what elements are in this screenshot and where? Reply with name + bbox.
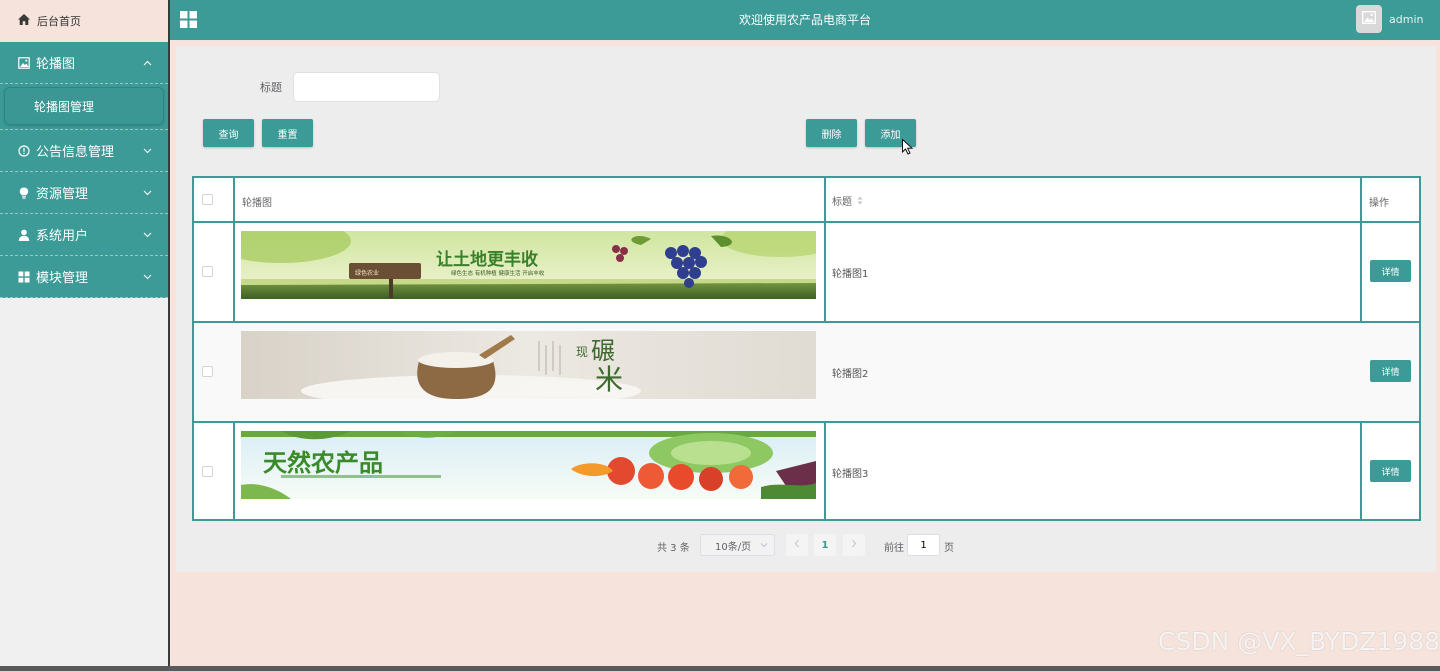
row-checkbox[interactable] (202, 266, 213, 277)
column-header-action: 操作 (1369, 198, 1389, 209)
table-row: 现 碾 米 轮播图2 详情 (194, 323, 1419, 421)
row-title: 轮播图3 (832, 469, 869, 480)
sidebar-group-label: 公告信息管理 (36, 145, 115, 160)
sidebar-group-modules[interactable]: 模块管理 (0, 256, 168, 298)
sort-icon[interactable] (857, 196, 863, 205)
prev-page-button[interactable] (786, 534, 808, 556)
sidebar-group-users[interactable]: 系统用户 (0, 214, 168, 256)
sidebar-group-resource[interactable]: 资源管理 (0, 172, 168, 214)
sidebar-group-label: 轮播图 (36, 57, 76, 72)
sidebar-group-notice[interactable]: 公告信息管理 (0, 130, 168, 172)
chevron-up-icon (143, 60, 152, 66)
column-header-banner: 轮播图 (242, 198, 272, 209)
home-icon (18, 14, 37, 28)
content-panel: 标题 查询 重置 删除 添加 轮播图 标题 操作 绿色农业 让土地更丰收 绿色生… (176, 46, 1436, 572)
avatar[interactable] (1356, 5, 1382, 33)
chevron-down-icon (143, 190, 152, 196)
user-name[interactable]: admin (1389, 0, 1423, 40)
select-all-checkbox[interactable] (202, 194, 213, 205)
row-divider (194, 221, 1419, 223)
banner-image-3: 天然农产品 (241, 431, 816, 499)
bottom-border (0, 666, 1440, 671)
bulb-icon (18, 187, 30, 199)
sidebar-item-banner-manage[interactable]: 轮播图管理 (4, 87, 164, 125)
image-icon (18, 56, 30, 69)
chevron-left-icon (794, 539, 800, 551)
banner-headline: 碾 (591, 337, 615, 365)
sidebar-group-label: 模块管理 (36, 271, 89, 286)
column-header-title[interactable]: 标题 (832, 193, 863, 208)
sidebar-submenu: 轮播图管理 (0, 84, 168, 130)
chevron-down-icon (143, 274, 152, 280)
sidebar-group-label: 资源管理 (36, 187, 89, 202)
title-search-input[interactable] (293, 72, 440, 102)
user-icon (18, 229, 30, 241)
chevron-down-icon (143, 232, 152, 238)
sidebar-group-label: 系统用户 (36, 229, 89, 244)
detail-button[interactable]: 详情 (1370, 460, 1411, 482)
banner-sign-text: 绿色农业 (355, 269, 379, 277)
banner-subline: 绿色生态 有机种植 健康生活 开启丰收 (451, 269, 545, 277)
top-bar: 欢迎使用农产品电商平台 admin (170, 0, 1440, 40)
page-title: 欢迎使用农产品电商平台 (738, 13, 871, 27)
banner-image-1: 绿色农业 让土地更丰收 绿色生态 有机种植 健康生活 开启丰收 (241, 231, 816, 299)
sidebar-home-label: 后台首页 (37, 15, 81, 28)
sidebar-group-banner[interactable]: 轮播图 (0, 42, 168, 84)
column-header-label: 标题 (832, 197, 852, 208)
sidebar: 后台首页 轮播图 轮播图管理 公告信息管理 资源管理 系统用户 模块管理 (0, 0, 170, 671)
delete-button[interactable]: 删除 (806, 119, 857, 147)
chevron-right-icon (851, 539, 857, 551)
sidebar-item-label: 轮播图管理 (34, 99, 95, 114)
page-size-value: 10条/页 (715, 541, 752, 553)
banner-headline-2: 米 (595, 363, 623, 396)
goto-prefix: 前往 (884, 543, 904, 554)
sidebar-home[interactable]: 后台首页 (0, 0, 168, 42)
chevron-down-icon (760, 539, 768, 554)
table-row: 天然农产品 轮播图3 详情 (194, 423, 1419, 519)
detail-button[interactable]: 详情 (1370, 260, 1411, 282)
banner-image-2: 现 碾 米 (241, 331, 816, 399)
mouse-cursor-icon (902, 138, 914, 158)
pagination-total: 共 3 条 (657, 543, 690, 554)
reset-button[interactable]: 重置 (262, 119, 313, 147)
goto-suffix: 页 (944, 543, 954, 554)
query-button[interactable]: 查询 (203, 119, 254, 147)
watermark-text: CSDN @VX_BYDZ1988 (1158, 627, 1440, 656)
goto-page-input[interactable] (907, 534, 940, 556)
search-label: 标题 (260, 81, 282, 94)
chevron-down-icon (143, 148, 152, 154)
next-page-button[interactable] (843, 534, 865, 556)
detail-button[interactable]: 详情 (1370, 360, 1411, 382)
banner-table: 轮播图 标题 操作 绿色农业 让土地更丰收 绿色生态 有机种植 健康生活 开启丰… (192, 176, 1421, 521)
image-icon (1362, 11, 1376, 27)
row-title: 轮播图1 (832, 269, 869, 280)
banner-headline: 天然农产品 (263, 449, 383, 477)
page-number-button[interactable]: 1 (814, 534, 836, 556)
row-checkbox[interactable] (202, 366, 213, 377)
row-title: 轮播图2 (832, 369, 869, 380)
info-circle-icon (18, 144, 30, 157)
banner-side-text: 现 (576, 345, 588, 359)
grid-icon (18, 271, 30, 283)
row-checkbox[interactable] (202, 466, 213, 477)
page-size-select[interactable]: 10条/页 (700, 534, 775, 556)
